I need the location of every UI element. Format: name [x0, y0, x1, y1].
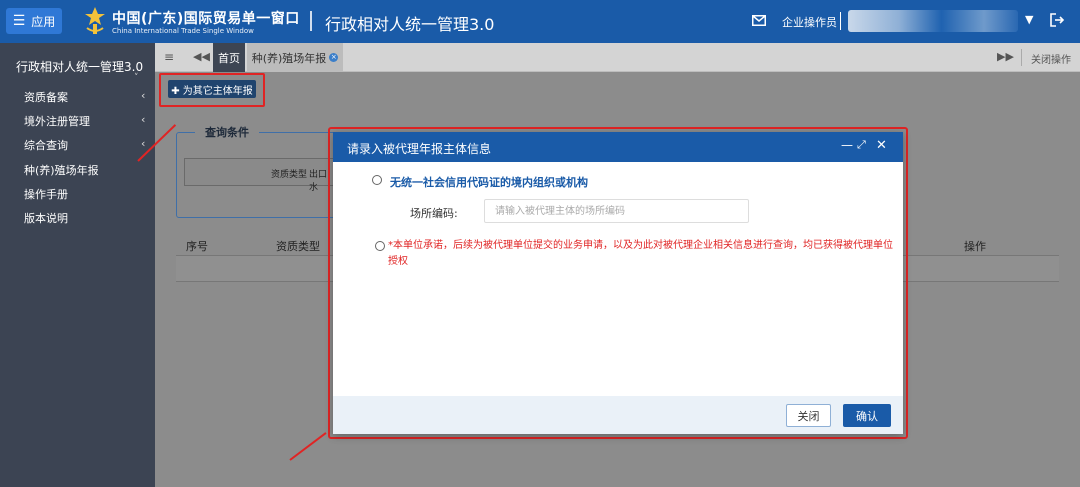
tab-home[interactable]: 首页	[213, 43, 245, 72]
col-seq: 序号	[186, 240, 208, 253]
confirm-button[interactable]: 确认	[843, 404, 891, 427]
close-button[interactable]: 关闭	[786, 404, 831, 427]
logout-icon[interactable]	[1049, 12, 1065, 28]
tab-farm-report-label: 种(养)殖场年报	[251, 51, 327, 65]
menu-icon: ☰	[12, 13, 26, 29]
tab-farm-report[interactable]: 种(养)殖场年报 ×	[247, 43, 343, 72]
system-name: 行政相对人统一管理3.0	[325, 15, 495, 34]
chevron-left-icon: ‹	[141, 113, 146, 126]
sidebar-item-query[interactable]: 综合查询	[24, 137, 68, 153]
filter-qualification-type[interactable]: 资质类型 出口水	[184, 158, 334, 193]
filter-label: 资质类型	[271, 170, 308, 180]
brand-title: 中国(广东)国际贸易单一窗口	[112, 11, 300, 27]
sidebar-item-overseas[interactable]: 境外注册管理	[24, 113, 90, 129]
radio-commitment[interactable]	[375, 241, 385, 251]
hamburger-icon[interactable]: ≡	[164, 50, 174, 64]
commitment-text[interactable]: *本单位承诺，后续为被代理单位提交的业务申请，以及为此对被代理企业相关信息进行查…	[388, 238, 893, 270]
user-role: 企业操作员	[782, 16, 837, 29]
proxy-entity-dialog: 请录入被代理年报主体信息 — ⤢ ✕ 无统一社会信用代码证的境内组织或机构 场所…	[333, 132, 903, 434]
brand-subtitle: China International Trade Single Window	[112, 27, 254, 35]
sidebar-item-qualification[interactable]: 资质备案	[24, 89, 68, 105]
close-operations-button[interactable]: 关闭操作	[1031, 51, 1071, 66]
sidebar: 行政相对人统一管理3.0 ˅ 资质备案 ‹ 境外注册管理 ‹ 综合查询 ‹ 种(…	[0, 43, 155, 487]
minimize-icon[interactable]: —	[841, 138, 853, 152]
mail-icon[interactable]	[752, 15, 766, 26]
sidebar-collapse-icon[interactable]: ˅	[134, 73, 139, 83]
app-menu-button[interactable]: ☰ 应用	[6, 8, 62, 34]
col-type: 资质类型	[276, 240, 320, 253]
user-divider	[840, 12, 841, 30]
report-for-other-button[interactable]: ✚ 为其它主体年报	[168, 80, 256, 98]
sidebar-item-farm-report[interactable]: 种(养)殖场年报	[24, 162, 99, 178]
radio-no-credit-code[interactable]	[372, 175, 382, 185]
query-legend: 查询条件	[195, 124, 259, 140]
brand-divider	[310, 11, 312, 31]
maximize-icon[interactable]: ⤢	[857, 138, 866, 152]
sidebar-title[interactable]: 行政相对人统一管理3.0	[16, 58, 143, 75]
dialog-footer: 关闭 确认	[333, 396, 903, 434]
tab-close-icon[interactable]: ×	[329, 53, 339, 62]
sidebar-item-version[interactable]: 版本说明	[24, 210, 68, 226]
dialog-header: 请录入被代理年报主体信息 — ⤢ ✕	[333, 132, 903, 162]
chevron-left-icon: ‹	[141, 137, 146, 150]
dialog-title: 请录入被代理年报主体信息	[347, 142, 492, 156]
site-code-label: 场所编码:	[410, 207, 458, 220]
tab-divider	[1021, 49, 1022, 66]
tab-scroll-left-icon[interactable]: ◀◀	[193, 50, 210, 63]
col-ops: 操作	[964, 240, 986, 253]
tab-bar: ≡ ◀◀ 首页 种(养)殖场年报 × ▶▶ 关闭操作	[155, 43, 1080, 72]
close-icon[interactable]: ✕	[876, 138, 887, 153]
tab-scroll-right-icon[interactable]: ▶▶	[997, 50, 1014, 63]
top-header: ☰ 应用 中国(广东)国际贸易单一窗口 China International …	[0, 0, 1080, 43]
site-code-input[interactable]	[484, 199, 749, 223]
option-no-credit-code-label[interactable]: 无统一社会信用代码证的境内组织或机构	[390, 174, 588, 190]
sidebar-item-manual[interactable]: 操作手册	[24, 186, 68, 202]
user-name-redacted[interactable]	[848, 10, 1018, 32]
chevron-left-icon: ‹	[141, 89, 146, 102]
customs-logo-icon	[85, 7, 105, 34]
app-menu-label: 应用	[31, 14, 56, 29]
user-caret-icon[interactable]: ▼	[1025, 13, 1033, 26]
